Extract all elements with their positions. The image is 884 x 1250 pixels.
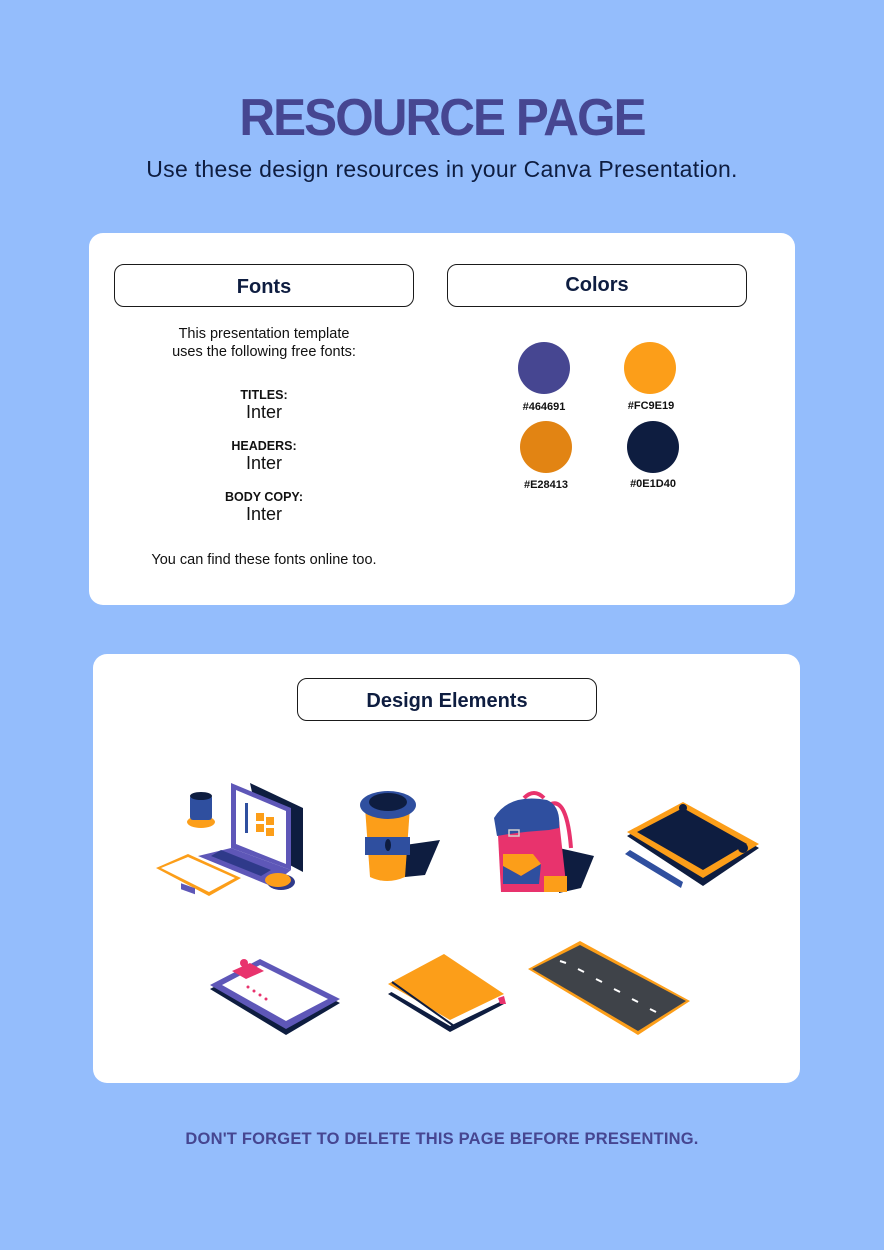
- notebook-illustration[interactable]: [386, 954, 511, 1034]
- font-entry-body-copy: BODY COPY: Inter: [114, 490, 414, 524]
- color-swatch-0e1d40: [627, 421, 679, 473]
- font-label: HEADERS:: [231, 439, 297, 453]
- font-entry-titles: TITLES: Inter: [114, 388, 414, 422]
- fonts-colors-card: Fonts This presentation template uses th…: [89, 233, 795, 605]
- colors-heading: Colors: [447, 264, 747, 307]
- font-label: BODY COPY:: [224, 490, 304, 504]
- fonts-intro: This presentation template uses the foll…: [114, 325, 414, 361]
- color-swatch-464691: [518, 342, 570, 394]
- font-label: TITLES:: [240, 388, 288, 402]
- color-swatch-label: #0E1D40: [630, 478, 676, 490]
- mouse-icon: [265, 873, 295, 890]
- fonts-heading-text: Fonts: [236, 276, 292, 298]
- fonts-intro-line-1: This presentation template: [178, 326, 350, 342]
- design-elements-heading-text: Design Elements: [366, 690, 528, 712]
- clipboard-illustration[interactable]: [208, 951, 343, 1036]
- font-entry-headers: HEADERS: Inter: [114, 439, 414, 473]
- drawing-tablet-illustration[interactable]: [625, 802, 765, 892]
- page-title: RESOURCE PAGE: [239, 89, 646, 147]
- colors-heading-text: Colors: [565, 274, 629, 296]
- font-value: Inter: [245, 453, 283, 473]
- coffee-cup-illustration[interactable]: [355, 785, 445, 885]
- page-subtitle: Use these design resources in your Canva…: [146, 156, 738, 182]
- fonts-heading: Fonts: [114, 264, 414, 307]
- color-swatch-label: #E28413: [523, 479, 569, 491]
- coffee-mug-icon: [187, 792, 215, 828]
- color-swatch-e28413: [520, 421, 572, 473]
- design-elements-heading: Design Elements: [297, 678, 597, 721]
- font-value: Inter: [245, 504, 283, 524]
- backpack-illustration[interactable]: [489, 788, 599, 898]
- fonts-intro-line-2: uses the following free fonts:: [172, 344, 356, 360]
- color-swatch-fc9e19: [624, 342, 676, 394]
- delete-page-warning: DON'T FORGET TO DELETE THIS PAGE BEFORE …: [185, 1130, 699, 1148]
- color-swatch-label: #464691: [522, 401, 566, 413]
- road-illustration[interactable]: [528, 939, 693, 1039]
- font-value: Inter: [245, 402, 283, 422]
- color-swatch-label: #FC9E19: [627, 400, 675, 412]
- laptop-workspace-illustration[interactable]: [153, 778, 313, 904]
- fonts-footer-note: You can find these fonts online too.: [151, 552, 377, 568]
- design-elements-card: Design Elements: [93, 654, 800, 1083]
